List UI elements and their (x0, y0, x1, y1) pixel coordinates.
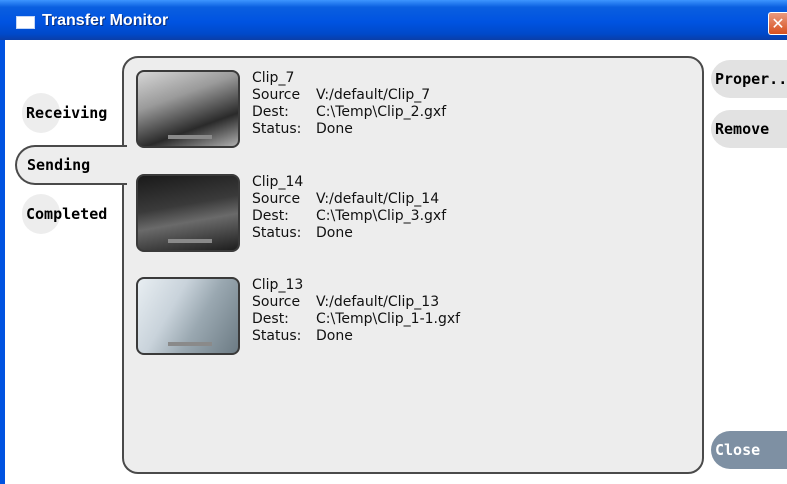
list-item[interactable]: Clip_14 Source V:/default/Clip_14 Dest: C:… (136, 174, 676, 258)
dest-label: Dest: (252, 208, 289, 224)
clip-name: Clip_14 (252, 174, 304, 190)
clip-thumbnail (136, 174, 240, 252)
clip-name: Clip_7 (252, 70, 295, 86)
title-bar: Transfer Monitor ✕ (0, 0, 787, 40)
clip-status: Done (316, 121, 353, 137)
source-label: Source (252, 191, 301, 207)
window-close-icon[interactable]: ✕ (768, 12, 787, 35)
list-item[interactable]: Clip_7 Source V:/default/Clip_7 Dest: C:\T… (136, 70, 676, 154)
properties-button[interactable]: Proper... (711, 60, 787, 98)
clip-info: Clip_14 Source V:/default/Clip_14 Dest: C:… (252, 174, 446, 242)
window-frame-left (0, 40, 5, 484)
clip-name: Clip_13 (252, 277, 304, 293)
status-label: Status: (252, 328, 302, 344)
clip-source: V:/default/Clip_7 (316, 87, 431, 103)
close-button[interactable]: Close (711, 431, 787, 469)
status-label: Status: (252, 121, 302, 137)
window-icon (16, 16, 35, 29)
clip-dest: C:\Temp\Clip_2.gxf (316, 104, 447, 120)
source-label: Source (252, 87, 301, 103)
tab-completed-label: Completed (26, 205, 108, 223)
dest-label: Dest: (252, 311, 289, 327)
clip-source: V:/default/Clip_13 (316, 294, 440, 310)
window-title: Transfer Monitor (42, 12, 169, 29)
tab-receiving-label: Receiving (26, 104, 108, 122)
status-label: Status: (252, 225, 302, 241)
tab-sending-label: Sending (27, 156, 91, 174)
clip-info: Clip_7 Source V:/default/Clip_7 Dest: C:\T… (252, 70, 446, 138)
clip-thumbnail (136, 70, 240, 148)
clip-source: V:/default/Clip_14 (316, 191, 440, 207)
transfer-list-panel: Clip_7 Source V:/default/Clip_7 Dest: C:\T… (122, 56, 704, 474)
tab-receiving[interactable]: Receiving (22, 93, 120, 133)
source-label: Source (252, 294, 301, 310)
remove-button[interactable]: Remove (711, 110, 787, 148)
tab-completed[interactable]: Completed (22, 194, 120, 234)
dest-label: Dest: (252, 104, 289, 120)
clip-info: Clip_13 Source V:/default/Clip_13 Dest: C:… (252, 277, 460, 345)
tab-sending[interactable]: Sending (15, 145, 127, 185)
clip-status: Done (316, 328, 353, 344)
clip-dest: C:\Temp\Clip_3.gxf (316, 208, 447, 224)
clip-dest: C:\Temp\Clip_1-1.gxf (316, 311, 461, 327)
clip-status: Done (316, 225, 353, 241)
clip-thumbnail (136, 277, 240, 355)
list-item[interactable]: Clip_13 Source V:/default/Clip_13 Dest: C:… (136, 277, 676, 361)
